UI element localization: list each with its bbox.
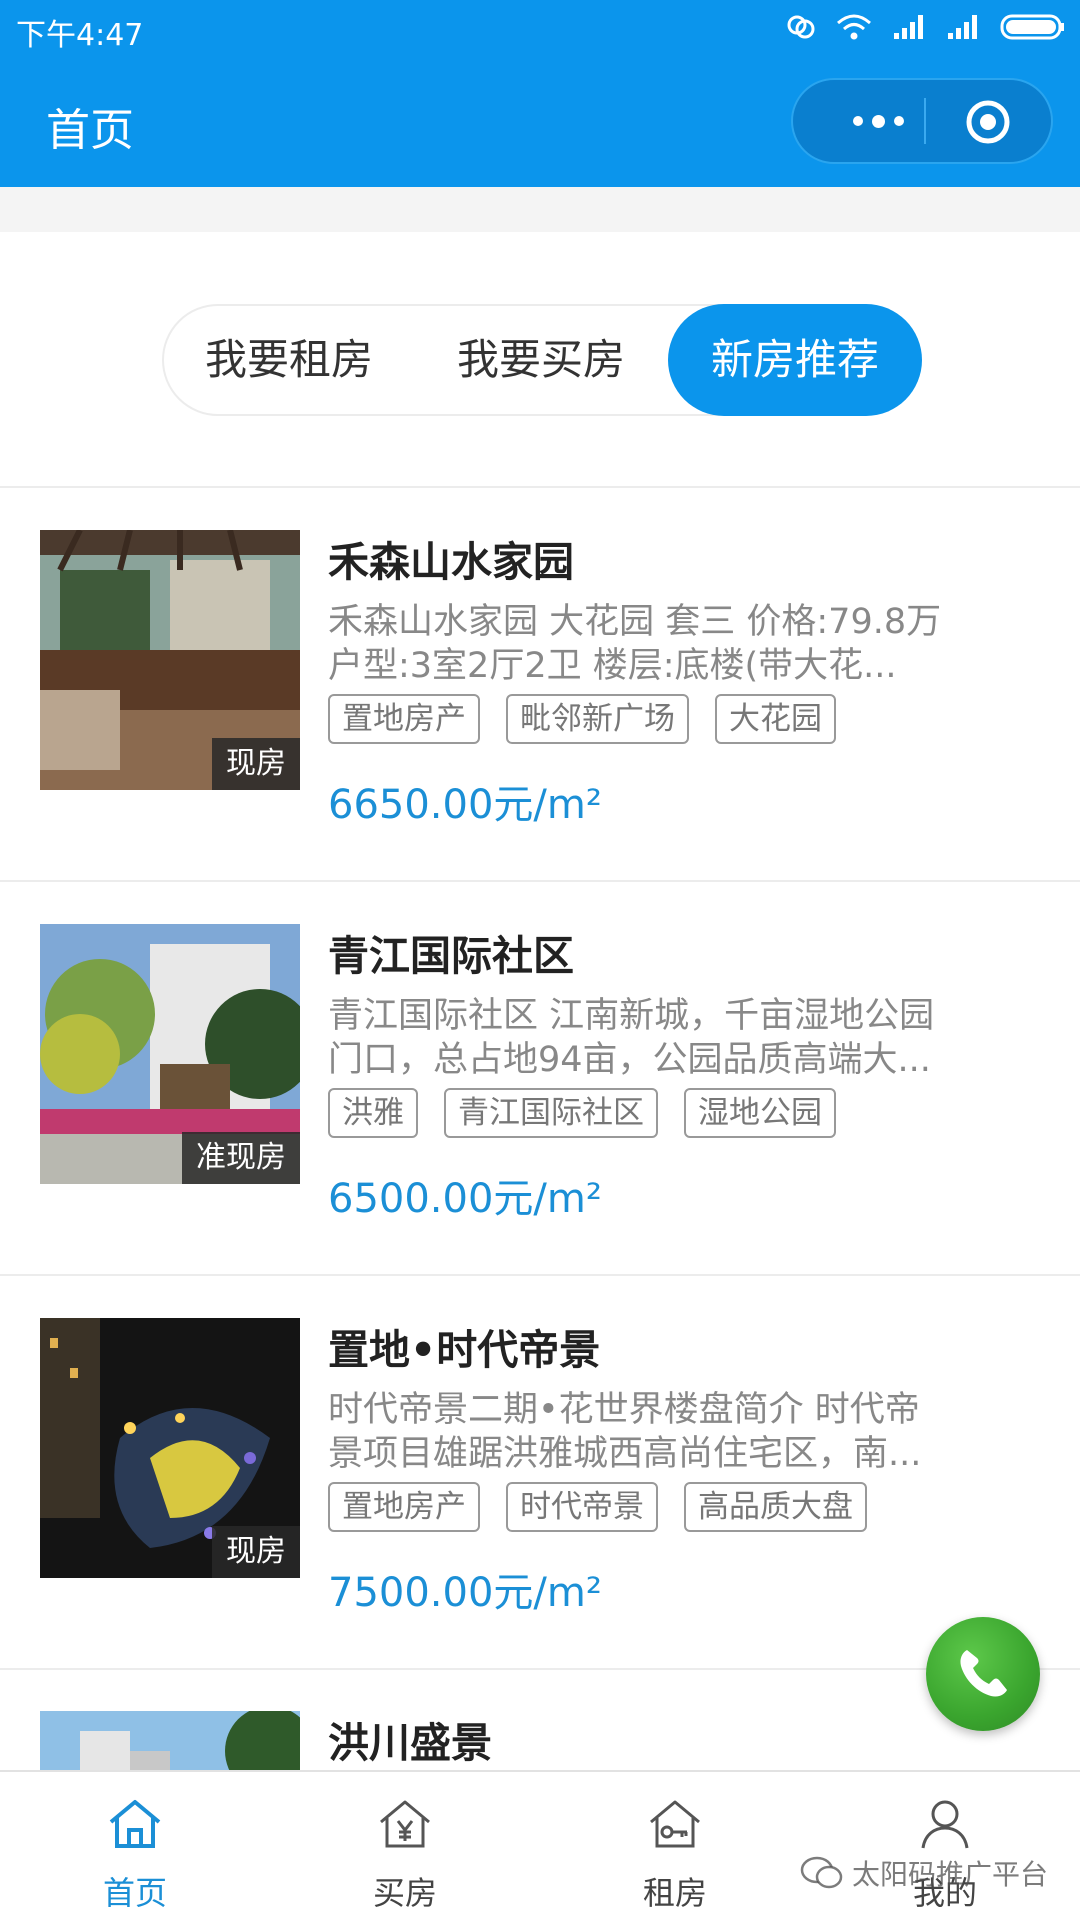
wechat-icon: [800, 1856, 843, 1889]
status-badge: 现房: [212, 738, 300, 790]
home-icon: [109, 1800, 161, 1848]
signal-icon: [894, 15, 923, 39]
tag: 青江国际社区: [444, 1088, 658, 1138]
bottom-nav-label: 买房: [372, 1874, 437, 1912]
user-icon: [921, 1800, 969, 1849]
tag: 时代帝景: [506, 1482, 658, 1532]
bottom-nav-label: 租房: [642, 1874, 707, 1912]
list-item[interactable]: 现房 禾森山水家园 禾森山水家园 大花园 套三 价格:79.8万 户型:3室2厅…: [0, 488, 1080, 880]
bottom-nav-rent[interactable]: 租房: [540, 1772, 810, 1920]
bottom-nav-label: 首页: [102, 1874, 167, 1912]
capsule-divider: [924, 98, 926, 144]
header: 下午4:47 首页: [0, 0, 1080, 187]
listing-tags: 洪雅 青江国际社区 湿地公园: [328, 1088, 836, 1138]
more-icon[interactable]: [833, 80, 923, 162]
status-time: 下午4:47: [16, 18, 144, 53]
listing-tags: 置地房产 毗邻新广场 大花园: [328, 694, 836, 744]
mini-program-capsule: [791, 78, 1053, 164]
tag: 置地房产: [328, 694, 480, 744]
bottom-nav-buy[interactable]: 买房: [270, 1772, 540, 1920]
listing-tags: 置地房产 时代帝景 高品质大盘: [328, 1482, 867, 1532]
description-line: 时代帝景二期•花世界楼盘简介 时代帝: [328, 1390, 920, 1430]
status-badge: 现房: [212, 1526, 300, 1578]
listing-image: 现房: [40, 530, 300, 790]
bottom-nav: 首页 买房 租房 我的: [0, 1770, 1080, 1920]
buy-house-icon: [380, 1800, 430, 1848]
watermark: 太阳码推广平台: [800, 1853, 1048, 1893]
header-gap: [0, 187, 1080, 232]
status-bar: 下午4:47: [0, 0, 1080, 56]
tab-new-homes[interactable]: 新房推荐: [668, 304, 922, 416]
rent-house-icon: [650, 1800, 700, 1848]
listing-price: 6500.00元/m²: [328, 1176, 602, 1222]
listing-image: 准现房: [40, 924, 300, 1184]
listing-title: 洪川盛景: [328, 1719, 492, 1767]
bottom-nav-home[interactable]: 首页: [0, 1772, 270, 1920]
call-button[interactable]: [926, 1617, 1040, 1731]
list-item[interactable]: 准现房 青江国际社区 青江国际社区 江南新城，千亩湿地公园 门口，总占地94亩，…: [0, 882, 1080, 1274]
listing-description: 青江国际社区 江南新城，千亩湿地公园 门口，总占地94亩，公园品质高端大...: [328, 994, 1018, 1082]
listing-description: 禾森山水家园 大花园 套三 价格:79.8万 户型:3室2厅2卫 楼层:底楼(带…: [328, 600, 1018, 688]
status-icons: [786, 12, 1066, 42]
watermark-text: 太阳码推广平台: [852, 1858, 1049, 1891]
description-line: 户型:3室2厅2卫 楼层:底楼(带大花...: [328, 646, 897, 686]
phone-icon: [960, 1650, 1007, 1697]
page-title: 首页: [46, 105, 134, 156]
tag: 大花园: [715, 694, 836, 744]
list-item[interactable]: 洪川盛景: [0, 1669, 1080, 1770]
listing-image: 现房: [40, 1318, 300, 1578]
segmented-tabs: 我要租房 我要买房 新房推荐: [162, 304, 922, 416]
bottom-nav-me[interactable]: 我的: [810, 1772, 1080, 1920]
status-badge: 准现房: [182, 1132, 300, 1184]
listing-price: 6650.00元/m²: [328, 782, 602, 828]
listing-title: 置地•时代帝景: [328, 1326, 601, 1374]
sync-icon: [787, 15, 815, 39]
listing-price: 7500.00元/m²: [328, 1570, 602, 1616]
listing-description: 时代帝景二期•花世界楼盘简介 时代帝 景项目雄踞洪雅城西高尚住宅区，南...: [328, 1388, 1018, 1476]
tab-buy[interactable]: 我要买房: [416, 304, 666, 416]
tag: 湿地公园: [684, 1088, 836, 1138]
listing-image: [40, 1711, 300, 1770]
tag: 毗邻新广场: [506, 694, 689, 744]
listing-title: 青江国际社区: [328, 932, 574, 980]
description-line: 青江国际社区 江南新城，千亩湿地公园: [328, 996, 935, 1036]
signal-icon: [948, 15, 977, 39]
tag: 高品质大盘: [684, 1482, 867, 1532]
description-line: 门口，总占地94亩，公园品质高端大...: [328, 1040, 931, 1080]
battery-icon: [1000, 14, 1064, 40]
list-item[interactable]: 现房 置地•时代帝景 时代帝景二期•花世界楼盘简介 时代帝 景项目雄踞洪雅城西高…: [0, 1276, 1080, 1668]
listing-title: 禾森山水家园: [328, 538, 574, 586]
target-icon[interactable]: [965, 99, 1011, 145]
tag: 洪雅: [328, 1088, 418, 1138]
description-line: 禾森山水家园 大花园 套三 价格:79.8万: [328, 602, 942, 642]
tag: 置地房产: [328, 1482, 480, 1532]
wifi-icon: [837, 14, 871, 40]
description-line: 景项目雄踞洪雅城西高尚住宅区，南...: [328, 1434, 922, 1474]
tab-rent[interactable]: 我要租房: [164, 304, 414, 416]
